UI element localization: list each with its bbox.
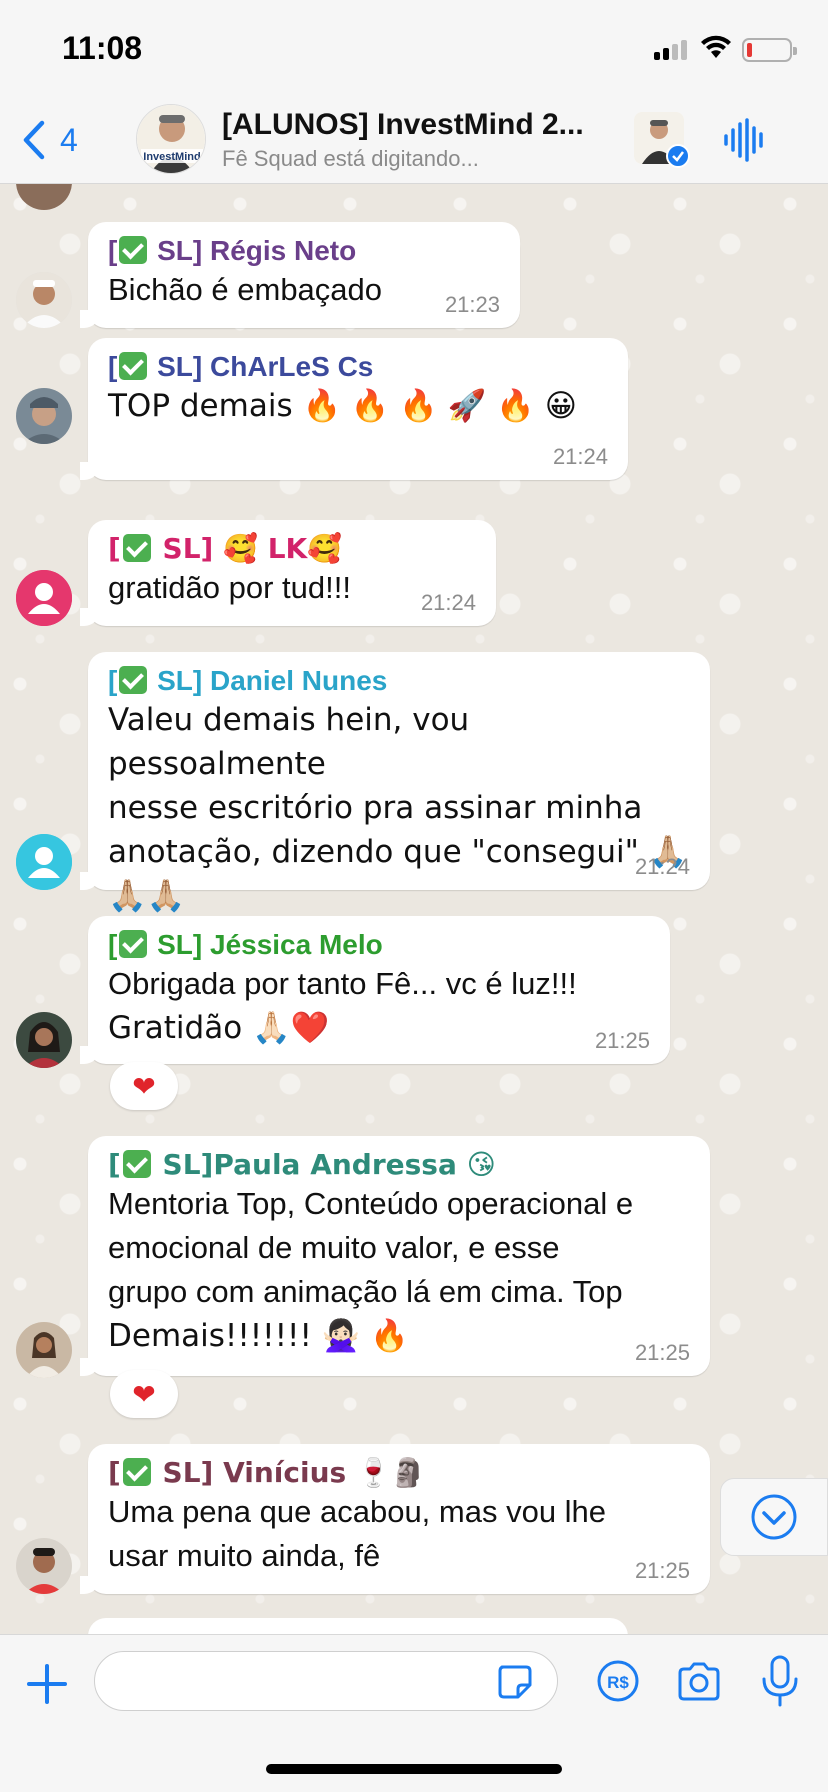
unread-count: 4 [60,121,78,158]
message-text-line: Mentoria Top, Conteúdo operacional e [108,1186,634,1221]
sender-name[interactable]: [ SL] Jéssica Melo [108,928,650,962]
sender-label: SL] Vinícius 🍷🗿 [152,1456,426,1489]
sender-name[interactable]: [ SL] 🥰 LK🥰 [108,532,476,566]
check-mark-icon [119,236,148,264]
community-avatar[interactable] [634,112,690,168]
sender-name[interactable]: [ SL] ChArLeS Cs [108,350,608,384]
message-time: 21:25 [634,1340,690,1365]
message-text-line: Valeu demais hein, vou pessoalmente [108,702,470,782]
message-time: 21:24 [634,854,690,879]
avatar-vinicius[interactable] [16,1538,72,1594]
sender-name[interactable]: [ SL]Paula Andressa 😘 [108,1148,690,1182]
check-mark-icon [119,930,148,958]
avatar-daniel-nunes[interactable] [16,834,72,890]
sender-bracket: [ [108,235,118,266]
check-mark-icon [119,666,148,694]
wifi-icon [701,35,731,58]
avatar-lk[interactable] [16,570,72,626]
message-bubble[interactable]: [ SL] 🥰 LK🥰 gratidão por tud!!! 21:24 [80,520,496,626]
sender-bracket: [ [108,351,118,382]
message-bubble[interactable]: [ SL]Paula Andressa 😘 Mentoria Top, Cont… [80,1136,710,1376]
sender-label: SL]Paula Andressa 😘 [152,1148,496,1181]
message-time: 21:25 [634,1558,690,1583]
svg-text:R$: R$ [607,1673,629,1692]
message-text-line: 🙏🏼🙏🏼 [108,878,186,914]
payment-icon[interactable]: R$ [596,1659,640,1703]
message-bubble[interactable]: [ SL] Daniel Nunes Valeu demais hein, vo… [80,652,710,914]
chevron-down-circle-icon [751,1494,797,1540]
avatar-jessica-melo[interactable] [16,1012,72,1068]
microphone-icon[interactable] [760,1655,800,1707]
message-list[interactable]: [ SL] Régis Neto Bichão é embaçado 21:23… [0,184,828,1634]
chevron-left-icon [23,120,45,160]
plus-icon[interactable] [26,1663,68,1705]
battery-icon [742,38,797,62]
message-text: TOP demais 🔥 🔥 🔥 🚀 🔥 😀 [108,388,578,424]
sender-label: SL] 🥰 LK🥰 [152,532,343,565]
check-mark-icon [122,1458,151,1486]
message-text-line: usar muito ainda, fê [108,1538,381,1573]
check-mark-icon [122,1150,151,1178]
cellular-signal-icon [654,40,690,60]
sender-bracket: [ [108,929,118,960]
message-bubble[interactable]: [ SL] ChArLeS Cs TOP demais 🔥 🔥 🔥 🚀 🔥 😀 … [80,338,628,480]
check-mark-icon [122,534,151,562]
chat-header: 4 InvestMind [ALUNOS] InvestMind 2... Fê… [0,96,828,184]
message-time: 21:24 [420,590,476,615]
avatar-partial [16,184,72,210]
message-time: 21:23 [444,292,500,317]
sticker-icon[interactable] [496,1663,534,1701]
message-input[interactable] [94,1651,558,1711]
sender-name[interactable]: [ SL] Régis Neto [108,234,500,268]
sender-label: SL] Daniel Nunes [149,665,388,696]
home-indicator [266,1764,562,1774]
sender-label: SL] Jéssica Melo [149,929,383,960]
message-text-line: emocional de muito valor, e esse [108,1230,560,1265]
voice-chat-icon[interactable] [722,118,766,162]
sender-bracket: [ [108,1456,121,1489]
check-mark-icon [119,352,148,380]
sender-label: SL] Régis Neto [149,235,357,266]
avatar-regis-neto[interactable] [16,272,72,328]
sender-label: SL] ChArLeS Cs [149,351,374,382]
sender-name[interactable]: [ SL] Vinícius 🍷🗿 [108,1456,690,1490]
sender-bracket: [ [108,1148,121,1181]
default-avatar-icon [16,570,72,626]
reaction-heart[interactable]: ❤ [110,1370,178,1418]
scroll-to-bottom-button[interactable] [720,1478,828,1556]
back-button[interactable]: 4 [22,118,102,162]
svg-text:InvestMind: InvestMind [143,151,200,163]
status-time: 11:08 [62,30,143,66]
message-text-line: Uma pena que acabou, mas vou lhe [108,1494,607,1529]
sender-bracket: [ [108,532,121,565]
default-avatar-icon [16,834,72,890]
message-text-line: nesse escritório pra assinar minha [108,790,643,826]
message-time: 21:25 [594,1028,650,1053]
group-avatar-image: InvestMind [137,105,205,173]
message-text-line: Gratidão 🙏🏻❤️ [108,1010,330,1046]
message-bubble[interactable]: [ SL] Jéssica Melo Obrigada por tanto Fê… [80,916,670,1064]
sender-bracket: [ [108,665,118,696]
avatar-paula-andressa[interactable] [16,1322,72,1378]
group-avatar[interactable]: InvestMind [136,104,206,174]
status-bar: 11:08 [0,0,828,96]
message-text-line: Obrigada por tanto Fê... vc é luz!!! [108,966,577,1001]
message-text-line: Demais!!!!!!! 🙅🏻‍♀️ 🔥 [108,1318,409,1354]
reaction-heart[interactable]: ❤ [110,1062,178,1110]
verified-badge-icon [666,144,690,168]
typing-status: Fê Squad está digitando... [222,146,479,171]
message-text: Bichão é embaçado [108,272,383,307]
message-bubble[interactable]: [ SL] Régis Neto Bichão é embaçado 21:23 [80,222,520,328]
camera-icon[interactable] [676,1661,722,1703]
message-bubble-partial[interactable] [88,1618,628,1634]
avatar-charles-cs[interactable] [16,388,72,444]
sender-name[interactable]: [ SL] Daniel Nunes [108,664,690,698]
message-text-line: grupo com animação lá em cima. Top [108,1274,623,1309]
message-text-line: anotação, dizendo que "consegui" 🙏🏼 [108,834,688,870]
message-time: 21:24 [552,444,608,469]
message-bubble[interactable]: [ SL] Vinícius 🍷🗿 Uma pena que acabou, m… [80,1444,710,1594]
group-title[interactable]: [ALUNOS] InvestMind 2... [222,108,612,142]
